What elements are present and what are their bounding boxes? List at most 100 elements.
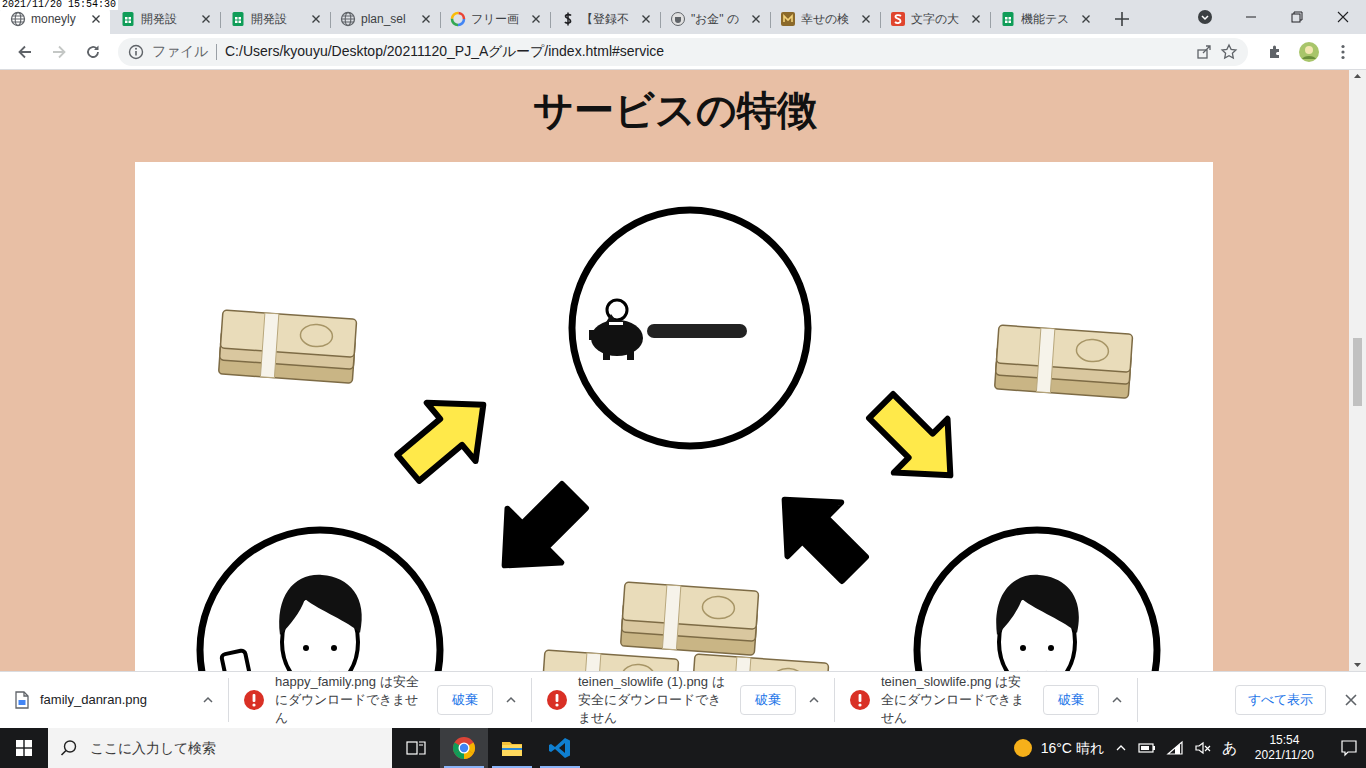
- close-icon[interactable]: [968, 11, 984, 27]
- taskbar-app[interactable]: [488, 728, 536, 768]
- download-item[interactable]: happy_family.png は安全にダウンロードできません破棄: [229, 678, 532, 722]
- taskbar-search-placeholder[interactable]: ここに入力して検索: [90, 738, 216, 759]
- task-view-button[interactable]: [392, 728, 440, 768]
- discard-button[interactable]: 破棄: [1043, 685, 1099, 715]
- browser-tab[interactable]: フリー画: [440, 4, 550, 34]
- tab-strip: moneyly開発設開発設plan_selフリー画【登録不"お金" の幸せの検文…: [0, 0, 1366, 34]
- close-icon[interactable]: [528, 11, 544, 27]
- reload-icon[interactable]: [84, 43, 102, 61]
- close-icon[interactable]: [1078, 11, 1094, 27]
- new-tab-button[interactable]: [1108, 4, 1136, 34]
- close-icon[interactable]: [638, 11, 654, 27]
- forward-icon[interactable]: [50, 43, 68, 61]
- tab-search-icon[interactable]: [1197, 9, 1213, 25]
- browser-tab[interactable]: 開発設: [220, 4, 330, 34]
- menu-icon[interactable]: [1334, 43, 1352, 61]
- tab-title: 開発設: [141, 10, 193, 28]
- url-text[interactable]: C:/Users/kyouyu/Desktop/20211120_PJ_Aグルー…: [225, 41, 1188, 62]
- volume-muted-icon[interactable]: [1194, 740, 1212, 756]
- search-icon: [60, 739, 78, 757]
- download-item[interactable]: teinen_slowlife.png は安全にダウンロードできません破棄: [835, 678, 1138, 722]
- close-icon[interactable]: [1344, 693, 1358, 707]
- taskbar-search-box[interactable]: ここに入力して検索: [48, 728, 392, 768]
- forward-button[interactable]: [44, 37, 74, 67]
- clock[interactable]: 15:542021/11/20: [1247, 733, 1322, 763]
- dollar-icon: [560, 11, 576, 27]
- download-item[interactable]: teinen_slowlife (1).png は安全にダウンロードできません破…: [532, 678, 835, 722]
- reload-button[interactable]: [78, 37, 108, 67]
- battery-icon[interactable]: [1138, 740, 1156, 756]
- restore-button[interactable]: [1274, 0, 1320, 34]
- show-all-button[interactable]: すべて表示: [1235, 685, 1326, 715]
- browser-tab[interactable]: 【登録不: [550, 4, 660, 34]
- weather-widget[interactable]: 16°C 晴れ: [1013, 738, 1104, 759]
- notification-icon[interactable]: [1340, 739, 1358, 757]
- restore-icon[interactable]: [1291, 11, 1303, 23]
- chevron-up-icon[interactable]: [806, 692, 822, 708]
- windows-logo-icon[interactable]: [16, 740, 32, 756]
- download-item[interactable]: family_danran.png: [0, 678, 229, 722]
- service-diagram-picture: [135, 162, 1213, 671]
- sun-icon[interactable]: [1013, 738, 1033, 758]
- warning-icon: [849, 689, 871, 711]
- chevron-up-icon[interactable]: [503, 692, 519, 708]
- download-warning: teinen_slowlife.png は安全にダウンロードできません: [881, 673, 1033, 727]
- close-icon[interactable]: [418, 11, 434, 27]
- close-icon[interactable]: [1337, 11, 1349, 23]
- discard-button[interactable]: 破棄: [740, 685, 796, 715]
- extensions-button[interactable]: [1260, 37, 1290, 67]
- minimize-button[interactable]: [1228, 0, 1274, 34]
- scroll-up-icon[interactable]: [1349, 70, 1366, 82]
- tab-search-button[interactable]: [1182, 0, 1228, 34]
- star-icon[interactable]: [1220, 43, 1238, 61]
- browser-tab[interactable]: plan_sel: [330, 4, 440, 34]
- explorer-icon[interactable]: [500, 736, 524, 760]
- menu-button[interactable]: [1328, 37, 1358, 67]
- close-icon[interactable]: [198, 11, 214, 27]
- close-download-bar-button[interactable]: [1336, 693, 1366, 707]
- close-icon[interactable]: [88, 11, 104, 27]
- share-icon[interactable]: [1196, 44, 1212, 60]
- browser-tab[interactable]: 機能テス: [990, 4, 1100, 34]
- extensions-icon[interactable]: [1266, 43, 1284, 61]
- screen-timestamp: 2021/11/20 15:54:30: [0, 0, 118, 10]
- omnibox[interactable]: ファイル C:/Users/kyouyu/Desktop/20211120_PJ_…: [118, 38, 1248, 66]
- browser-tab[interactable]: 開発設: [110, 4, 220, 34]
- close-icon[interactable]: [748, 11, 764, 27]
- show-hidden-icons-icon[interactable]: [1114, 741, 1128, 755]
- scrollbar[interactable]: [1349, 70, 1366, 671]
- vscode-icon[interactable]: [548, 736, 572, 760]
- download-filename[interactable]: family_danran.png: [40, 690, 190, 710]
- weather-text[interactable]: 16°C 晴れ: [1041, 738, 1104, 759]
- back-button[interactable]: [10, 37, 40, 67]
- profile-button[interactable]: [1294, 37, 1324, 67]
- info-icon[interactable]: [128, 44, 144, 60]
- taskbar-app[interactable]: [440, 728, 488, 768]
- browser-tab[interactable]: 文字の大: [880, 4, 990, 34]
- browser-tab[interactable]: "お金" の: [660, 4, 770, 34]
- discard-button[interactable]: 破棄: [437, 685, 493, 715]
- ime-indicator[interactable]: あ: [1222, 737, 1237, 760]
- scroll-down-icon[interactable]: [1349, 659, 1366, 671]
- chrome-icon[interactable]: [452, 736, 476, 760]
- chevron-up-icon[interactable]: [200, 692, 216, 708]
- close-icon[interactable]: [308, 11, 324, 27]
- notification-button[interactable]: [1332, 739, 1366, 757]
- scrollbar-thumb[interactable]: [1353, 338, 1362, 406]
- page-content: サービスの特徴: [0, 70, 1349, 671]
- network-icon[interactable]: [1166, 740, 1184, 756]
- clock-date: 2021/11/20: [1255, 748, 1314, 763]
- close-window-button[interactable]: [1320, 0, 1366, 34]
- tab-title: moneyly: [31, 10, 83, 28]
- close-icon[interactable]: [858, 11, 874, 27]
- url-scheme: ファイル: [152, 41, 208, 62]
- start-button[interactable]: [0, 728, 48, 768]
- minimize-icon[interactable]: [1245, 11, 1257, 23]
- profile-avatar-icon[interactable]: [1298, 41, 1320, 63]
- back-icon[interactable]: [16, 43, 34, 61]
- taskbar-app[interactable]: [536, 728, 584, 768]
- browser-tab[interactable]: 幸せの検: [770, 4, 880, 34]
- plus-icon[interactable]: [1108, 4, 1136, 34]
- chevron-up-icon[interactable]: [1109, 692, 1125, 708]
- task-view-icon[interactable]: [406, 739, 426, 757]
